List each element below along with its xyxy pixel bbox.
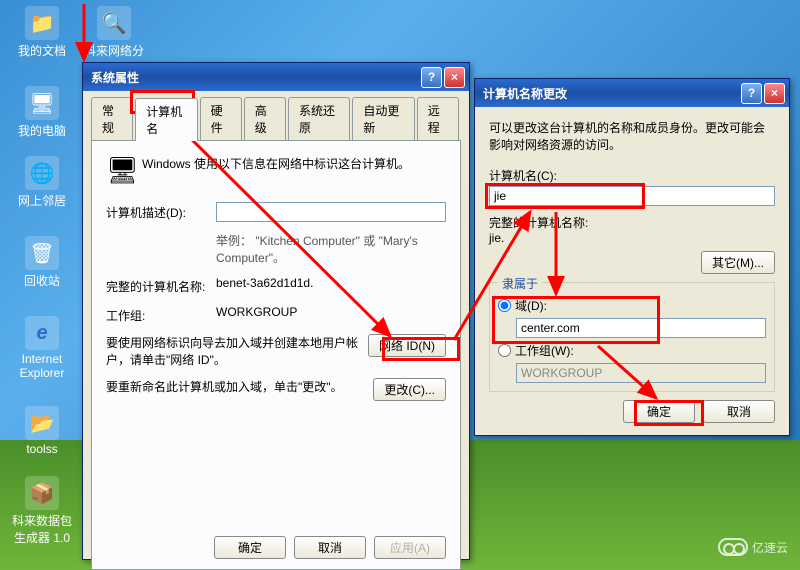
computer-name-input[interactable] — [489, 186, 775, 206]
desktop-icon-toolss[interactable]: 📂toolss — [12, 406, 72, 456]
tab-remote[interactable]: 远程 — [417, 97, 459, 140]
apply-button[interactable]: 应用(A) — [374, 536, 446, 559]
desktop-icon-documents[interactable]: 📁我的文档 — [12, 6, 72, 59]
cancel-button[interactable]: 取消 — [703, 400, 775, 423]
desktop-icon-packetgen[interactable]: 📦科来数据包生成器 1.0 — [12, 476, 72, 546]
workgroup-value: WORKGROUP — [216, 305, 446, 319]
window-system-properties: 系统属性 ? × 常规 计算机名 硬件 高级 系统还原 自动更新 远程 🖥 Wi… — [82, 62, 470, 560]
app-icon: 📦 — [25, 476, 59, 510]
fullname-value: jie. — [489, 231, 775, 245]
tabs-bar: 常规 计算机名 硬件 高级 系统还原 自动更新 远程 — [83, 91, 469, 140]
workgroup-radio-input[interactable] — [498, 344, 511, 357]
member-group: 隶属于 域(D): 工作组(W): — [489, 282, 775, 392]
desc-example: 举例： "Kitchen Computer" 或 "Mary's Compute… — [216, 232, 446, 266]
desktop-icon-network[interactable]: 🌐网上邻居 — [12, 156, 72, 209]
ok-button[interactable]: 确定 — [623, 400, 695, 423]
fullname-label: 完整的计算机名称: — [106, 276, 216, 295]
window-title: 系统属性 — [87, 69, 419, 86]
workgroup-input — [516, 363, 766, 383]
trash-icon: 🗑 — [25, 236, 59, 270]
workgroup-label: 工作组: — [106, 305, 216, 324]
intro-text: 可以更改这台计算机的名称和成员身份。更改可能会影响对网络资源的访问。 — [489, 119, 775, 153]
change-button[interactable]: 更改(C)... — [373, 378, 446, 401]
workgroup-radio[interactable]: 工作组(W): — [498, 342, 766, 359]
tab-update[interactable]: 自动更新 — [352, 97, 414, 140]
tab-computername[interactable]: 计算机名 — [135, 98, 197, 141]
close-button[interactable]: × — [444, 67, 465, 88]
titlebar-sysprops[interactable]: 系统属性 ? × — [83, 63, 469, 91]
dialog-body: 可以更改这台计算机的名称和成员身份。更改可能会影响对网络资源的访问。 计算机名(… — [475, 107, 789, 435]
desktop-icon-ie[interactable]: eInternet Explorer — [12, 316, 72, 380]
computer-icon: 🖥 — [25, 86, 59, 120]
window-title: 计算机名称更改 — [479, 85, 739, 102]
help-button[interactable]: ? — [421, 67, 442, 88]
desktop-icon-mycomputer[interactable]: 🖥我的电脑 — [12, 86, 72, 139]
netid-button[interactable]: 网络 ID(N) — [368, 334, 446, 357]
change-text: 要重新命名此计算机或加入域，单击"更改"。 — [106, 378, 373, 395]
folder-icon: 📂 — [25, 406, 59, 440]
member-legend: 隶属于 — [498, 275, 542, 292]
network-icon: 🌐 — [25, 156, 59, 190]
fullname-value: benet-3a62d1d1d. — [216, 276, 446, 290]
computer-icon: 🖥 — [106, 155, 142, 186]
tab-general[interactable]: 常规 — [91, 97, 133, 140]
ie-icon: e — [25, 316, 59, 350]
more-button[interactable]: 其它(M)... — [701, 251, 775, 274]
folder-icon: 📁 — [25, 6, 59, 40]
name-label: 计算机名(C): — [489, 167, 775, 184]
domain-radio[interactable]: 域(D): — [498, 297, 766, 314]
desc-label: 计算机描述(D): — [106, 202, 216, 221]
app-icon: 🔍 — [97, 6, 131, 40]
intro-text: Windows 使用以下信息在网络中标识这台计算机。 — [142, 155, 446, 186]
tab-restore[interactable]: 系统还原 — [288, 97, 350, 140]
fullname-label: 完整的计算机名称: — [489, 214, 775, 231]
desc-input[interactable] — [216, 202, 446, 222]
window-rename: 计算机名称更改 ? × 可以更改这台计算机的名称和成员身份。更改可能会影响对网络… — [474, 78, 790, 436]
desktop-icon-recycle[interactable]: 🗑回收站 — [12, 236, 72, 289]
tab-advanced[interactable]: 高级 — [244, 97, 286, 140]
domain-input[interactable] — [516, 318, 766, 338]
cancel-button[interactable]: 取消 — [294, 536, 366, 559]
close-button[interactable]: × — [764, 83, 785, 104]
domain-radio-input[interactable] — [498, 299, 511, 312]
watermark-logo-icon — [718, 538, 748, 556]
help-button[interactable]: ? — [741, 83, 762, 104]
tab-body: 🖥 Windows 使用以下信息在网络中标识这台计算机。 计算机描述(D): 举… — [91, 140, 461, 570]
watermark: 亿速云 — [718, 538, 788, 556]
netid-text: 要使用网络标识向导去加入域并创建本地用户帐户，请单击"网络 ID"。 — [106, 334, 368, 368]
ok-button[interactable]: 确定 — [214, 536, 286, 559]
tab-hardware[interactable]: 硬件 — [200, 97, 242, 140]
titlebar-rename[interactable]: 计算机名称更改 ? × — [475, 79, 789, 107]
